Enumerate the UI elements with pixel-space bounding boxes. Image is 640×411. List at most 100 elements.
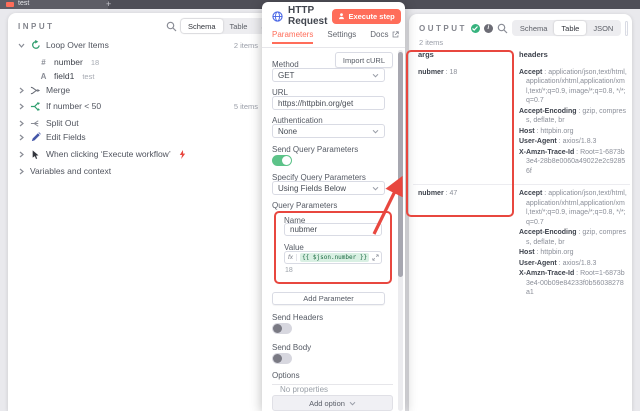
- table-row[interactable]: nubmer : 18 Accept : application/json,te…: [413, 64, 630, 185]
- import-curl-button[interactable]: Import cURL: [335, 52, 393, 68]
- field-value: test: [82, 72, 94, 81]
- header-key: Accept: [519, 69, 542, 76]
- param-name-value: nubmer: [290, 225, 317, 234]
- send-headers-label: Send Headers: [272, 313, 323, 322]
- input-node-loop-over-items[interactable]: Loop Over Items 2 items: [18, 38, 258, 52]
- send-headers-toggle[interactable]: [272, 323, 292, 334]
- output-tab-schema[interactable]: Schema: [513, 21, 555, 35]
- field-value: 18: [91, 58, 99, 67]
- chevron-right-icon[interactable]: [18, 103, 25, 110]
- schema-field-field1[interactable]: A field1 test: [38, 69, 258, 83]
- chevron-down-icon[interactable]: [18, 42, 25, 49]
- output-table: args headers nubmer : 18 Accept : applic…: [413, 48, 630, 411]
- send-body-label: Send Body: [272, 343, 311, 352]
- options-label: Options: [272, 371, 393, 385]
- url-value: https://httpbin.org/get: [278, 99, 353, 108]
- header-key: X-Amzn-Trace-Id: [519, 149, 574, 156]
- add-option-button[interactable]: Add option: [272, 395, 393, 411]
- column-header-headers[interactable]: headers: [513, 50, 630, 60]
- input-tab-table[interactable]: Table: [223, 19, 255, 33]
- output-tab-table[interactable]: Table: [554, 21, 586, 35]
- schema-field-number[interactable]: # number 18: [38, 55, 258, 69]
- header-value: httpbin.org: [540, 128, 573, 135]
- header-key: Accept-Encoding: [519, 229, 577, 236]
- add-parameter-button[interactable]: Add Parameter: [272, 292, 385, 305]
- output-search-icon[interactable]: [497, 23, 508, 34]
- node-label: When clicking ‘Execute workflow’: [46, 149, 171, 159]
- input-search-icon[interactable]: [166, 21, 177, 32]
- args-value: 47: [450, 190, 458, 197]
- if-node-icon: [30, 101, 41, 112]
- args-key: nubmer: [418, 69, 444, 76]
- method-value: GET: [278, 71, 294, 80]
- input-panel-title: INPUT: [18, 22, 55, 31]
- header-key: Host: [519, 249, 535, 256]
- input-node-edit-fields[interactable]: Edit Fields: [18, 130, 258, 144]
- field-name: number: [54, 57, 83, 67]
- output-actions: [625, 21, 628, 36]
- input-node-merge[interactable]: Merge: [18, 83, 258, 97]
- header-key: X-Amzn-Trace-Id: [519, 270, 574, 277]
- specify-query-parameters-value: Using Fields Below: [278, 184, 346, 193]
- tab-parameters[interactable]: Parameters: [272, 30, 313, 44]
- docs-label: Docs: [370, 30, 388, 39]
- output-tab-json[interactable]: JSON: [586, 21, 620, 35]
- edit-output-icon[interactable]: [626, 22, 628, 35]
- header-key: Host: [519, 128, 535, 135]
- table-row[interactable]: nubmer : 47 Accept : application/json,te…: [413, 184, 630, 306]
- chevron-down-icon: [349, 401, 356, 406]
- items-count-badge: 2 items: [234, 41, 258, 50]
- chevron-right-icon[interactable]: [18, 120, 25, 127]
- string-type-icon: A: [38, 71, 49, 82]
- send-query-parameters-toggle[interactable]: [272, 155, 292, 166]
- execute-step-button[interactable]: Execute step: [332, 9, 400, 24]
- param-name-input[interactable]: nubmer: [284, 223, 382, 236]
- n8n-node-detail-view: test + INPUT Schema Table JSON Loop Over…: [0, 0, 640, 411]
- expand-expression-icon[interactable]: [372, 254, 379, 261]
- param-value-expression-input[interactable]: fx {{ $json.number }}: [284, 251, 382, 264]
- method-select[interactable]: GET: [272, 68, 385, 82]
- chevron-right-icon[interactable]: [18, 134, 25, 141]
- output-table-header: args headers: [413, 48, 630, 64]
- chevron-right-icon[interactable]: [18, 151, 25, 158]
- workflow-tab[interactable]: test: [0, 0, 108, 9]
- add-option-label: Add option: [309, 399, 345, 408]
- input-node-manual-trigger[interactable]: When clicking ‘Execute workflow’: [18, 147, 258, 161]
- specify-query-parameters-select[interactable]: Using Fields Below: [272, 181, 385, 195]
- input-node-variables[interactable]: Variables and context: [18, 164, 258, 178]
- expression-preview-value: 18: [285, 267, 293, 274]
- http-request-node-icon: [272, 11, 283, 22]
- chevron-down-icon: [372, 73, 379, 78]
- items-count-badge: 5 items: [234, 102, 258, 111]
- edit-fields-node-icon: [30, 132, 41, 143]
- input-node-if[interactable]: If number < 50 5 items: [18, 99, 258, 113]
- node-label: Merge: [46, 85, 70, 95]
- http-request-node-panel: HTTP Request Execute step Parameters Set…: [262, 2, 405, 411]
- send-query-parameters-label: Send Query Parameters: [272, 145, 358, 154]
- merge-node-icon: [30, 85, 41, 96]
- info-icon[interactable]: i: [484, 24, 493, 33]
- person-icon: [338, 12, 345, 20]
- args-value: 18: [450, 69, 458, 76]
- tab-docs[interactable]: Docs: [370, 30, 398, 39]
- input-node-split-out[interactable]: Split Out: [18, 116, 258, 130]
- node-label: Variables and context: [30, 166, 111, 176]
- loop-node-icon: [30, 40, 41, 51]
- chevron-right-icon[interactable]: [18, 168, 25, 175]
- column-header-args[interactable]: args: [413, 50, 513, 60]
- authentication-select[interactable]: None: [272, 124, 385, 138]
- modal-scrollbar-thumb[interactable]: [398, 52, 403, 277]
- chevron-right-icon[interactable]: [18, 87, 25, 94]
- input-tab-schema[interactable]: Schema: [181, 19, 223, 33]
- header-key: User-Agent: [519, 260, 557, 267]
- n8n-logo-icon: [6, 2, 14, 7]
- send-body-toggle[interactable]: [272, 353, 292, 364]
- external-link-icon: [392, 31, 399, 38]
- node-title: HTTP Request: [288, 5, 327, 27]
- new-tab-button[interactable]: +: [106, 0, 111, 9]
- url-input[interactable]: https://httpbin.org/get: [272, 96, 385, 110]
- header-key: Accept-Encoding: [519, 108, 577, 115]
- header-value: httpbin.org: [540, 249, 573, 256]
- tab-settings[interactable]: Settings: [327, 30, 356, 39]
- output-view-tabs: Schema Table JSON: [512, 20, 621, 36]
